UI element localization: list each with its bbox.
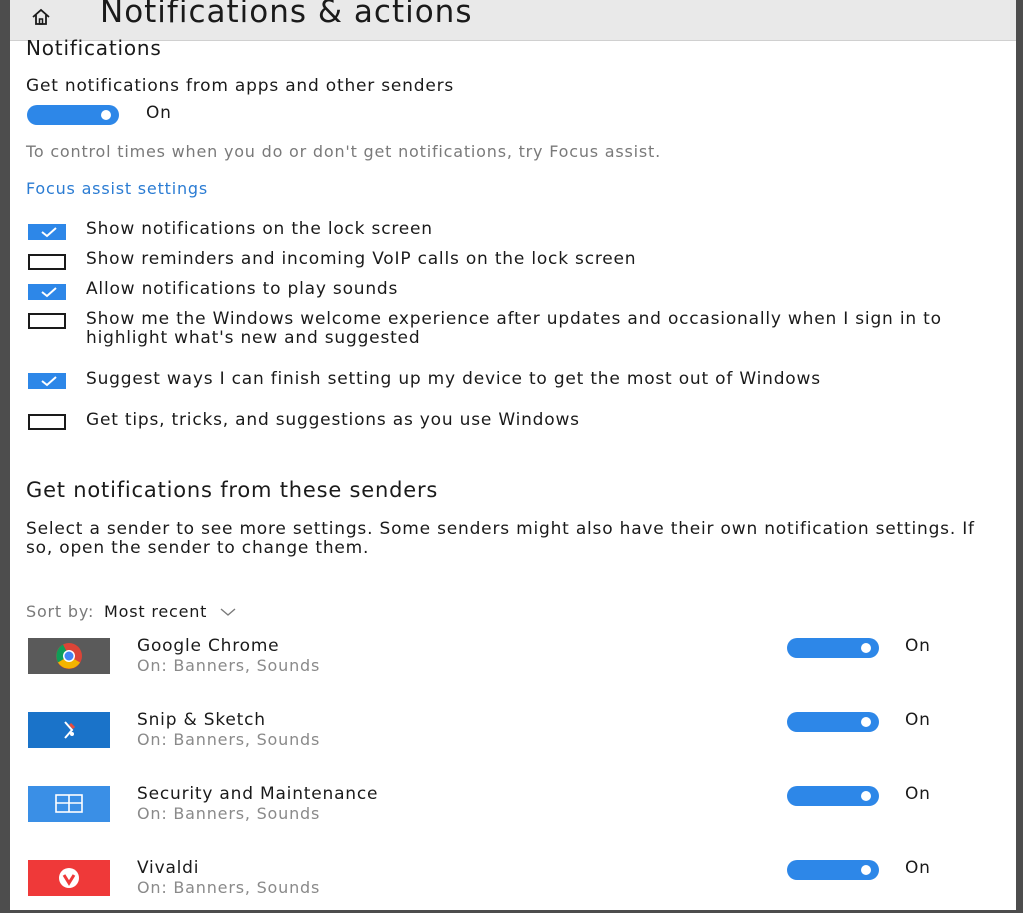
sender-detail: On: Banners, Sounds: [137, 656, 321, 675]
option-label: Suggest ways I can finish setting up my …: [86, 369, 821, 389]
sender-name: Snip & Sketch: [137, 710, 266, 730]
get-notifications-label: Get notifications from apps and other se…: [26, 76, 455, 96]
focus-assist-hint: To control times when you do or don't ge…: [26, 142, 662, 161]
finish-setup-checkbox[interactable]: [28, 373, 66, 389]
sender-toggle[interactable]: [787, 786, 879, 806]
toggle-knob: [861, 865, 871, 875]
sender-toggle[interactable]: [787, 638, 879, 658]
sender-name: Google Chrome: [137, 636, 280, 656]
option-label: Show me the Windows welcome experience a…: [86, 309, 942, 348]
sort-by-label: Sort by:: [26, 602, 95, 621]
play-sounds-checkbox[interactable]: [28, 284, 66, 300]
sender-state: On: [905, 636, 931, 656]
option-label: Get tips, tricks, and suggestions as you…: [86, 410, 580, 430]
sort-by-value: Most recent: [104, 602, 208, 621]
lock-screen-notifications-checkbox[interactable]: [28, 224, 66, 240]
toggle-knob: [101, 110, 111, 120]
sender-state: On: [905, 784, 931, 804]
sender-name: Vivaldi: [137, 858, 200, 878]
sender-state: On: [905, 710, 931, 730]
toggle-knob: [861, 791, 871, 801]
checkmark-icon: [41, 376, 57, 387]
senders-heading: Get notifications from these senders: [26, 478, 439, 502]
chrome-icon: [28, 638, 110, 674]
sender-vivaldi[interactable]: Vivaldi On: Banners, Sounds On: [10, 858, 1016, 910]
sender-chrome[interactable]: Google Chrome On: Banners, Sounds On: [10, 636, 1016, 698]
sender-toggle[interactable]: [787, 712, 879, 732]
sender-security-maintenance[interactable]: Security and Maintenance On: Banners, So…: [10, 784, 1016, 846]
sender-detail: On: Banners, Sounds: [137, 878, 321, 897]
sender-detail: On: Banners, Sounds: [137, 730, 321, 749]
option-label: Show notifications on the lock screen: [86, 219, 433, 239]
sender-toggle[interactable]: [787, 860, 879, 880]
senders-description: Select a sender to see more settings. So…: [26, 519, 975, 558]
sender-state: On: [905, 858, 931, 878]
sender-name: Security and Maintenance: [137, 784, 379, 804]
chevron-down-icon: [220, 608, 236, 616]
checkmark-icon: [41, 227, 57, 238]
page-title: Notifications & actions: [100, 0, 473, 30]
tips-tricks-checkbox[interactable]: [28, 414, 66, 430]
focus-assist-link[interactable]: Focus assist settings: [26, 179, 208, 198]
settings-window: Notifications & actions Notifications Ge…: [10, 0, 1016, 910]
toggle-knob: [861, 643, 871, 653]
title-bar: Notifications & actions: [10, 0, 1016, 41]
notifications-heading: Notifications: [26, 36, 162, 60]
get-notifications-toggle[interactable]: [27, 105, 119, 125]
voip-lock-screen-checkbox[interactable]: [28, 254, 66, 270]
sender-snip-sketch[interactable]: Snip & Sketch On: Banners, Sounds On: [10, 710, 1016, 772]
security-maintenance-icon: [28, 786, 110, 822]
welcome-experience-checkbox[interactable]: [28, 313, 66, 329]
vivaldi-icon: [28, 860, 110, 896]
sort-by-control[interactable]: Sort by: Most recent: [26, 602, 237, 621]
sender-detail: On: Banners, Sounds: [137, 804, 321, 823]
toggle-knob: [861, 717, 871, 727]
option-label: Allow notifications to play sounds: [86, 279, 399, 299]
snip-sketch-icon: [28, 712, 110, 748]
get-notifications-state: On: [146, 103, 172, 123]
checkmark-icon: [41, 287, 57, 298]
home-icon[interactable]: [30, 6, 52, 28]
option-label: Show reminders and incoming VoIP calls o…: [86, 249, 637, 269]
